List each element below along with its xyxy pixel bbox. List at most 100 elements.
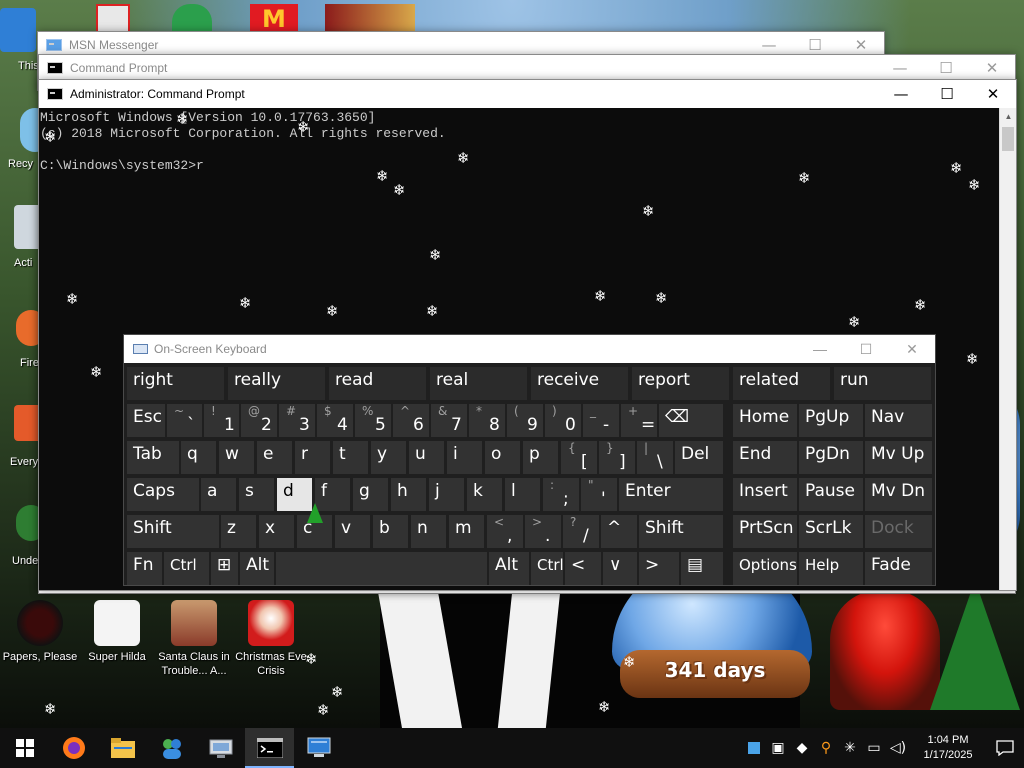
cmd-inactive-titlebar[interactable]: Command Prompt — ☐ ✕ [39,55,1015,81]
tray-blue-square-icon[interactable] [742,728,766,768]
key-quote[interactable]: " ' [581,478,617,511]
taskbar-command-prompt[interactable] [245,728,294,768]
minimize-button[interactable]: — [797,341,843,357]
key-9[interactable]: (9 [507,404,543,437]
key-end[interactable]: End [733,441,797,474]
prediction-key[interactable]: really [228,367,325,400]
key-j[interactable]: j [429,478,464,511]
key-fade[interactable]: Fade [865,552,932,585]
key-enter[interactable]: Enter [619,478,723,511]
up-arrow-icon[interactable]: ^ [601,515,637,548]
key-e[interactable]: e [257,441,292,474]
console-scrollbar[interactable]: ▲ [999,108,1016,590]
key-t[interactable]: t [333,441,368,474]
key-r[interactable]: r [295,441,330,474]
key-esc[interactable]: Esc [127,404,165,437]
close-button[interactable]: ✕ [969,54,1015,82]
key-1[interactable]: ! 1 [204,404,239,437]
desktop-icon-santa-claus-trouble[interactable]: Santa Claus in Trouble... A... [156,600,232,678]
key-backslash[interactable]: | \ [637,441,673,474]
start-button[interactable] [0,728,49,768]
key-pgdn[interactable]: PgDn [799,441,863,474]
key-a[interactable]: a [201,478,236,511]
maximize-button[interactable]: ☐ [923,54,969,82]
key-fn[interactable]: Fn [127,552,162,585]
key-0[interactable]: ) 0 [545,404,581,437]
key-close-bracket[interactable]: }] [599,441,635,474]
windows-key-icon[interactable]: ⊞ [211,552,238,585]
left-arrow-icon[interactable]: < [565,552,601,585]
key-q[interactable]: q [181,441,216,474]
mcdonalds-icon[interactable]: M [250,4,298,34]
this-pc-icon[interactable] [0,8,36,52]
taskbar-msn-messenger[interactable] [147,728,196,768]
prediction-key[interactable]: right [127,367,224,400]
key-caps[interactable]: Caps [127,478,199,511]
key-s[interactable]: s [239,478,274,511]
key-i[interactable]: i [447,441,482,474]
key-comma[interactable]: <, [487,515,523,548]
key-home[interactable]: Home [733,404,797,437]
key-shift-left[interactable]: Shift [127,515,219,548]
key-ctrl-left[interactable]: Ctrl [164,552,209,585]
taskbar-firefox[interactable] [49,728,98,768]
scrollbar-thumb[interactable] [1002,127,1014,151]
prediction-key[interactable]: receive [531,367,628,400]
scroll-up-arrow-icon[interactable]: ▲ [1000,108,1017,125]
maximize-button[interactable]: ☐ [924,80,970,108]
key-g[interactable]: g [353,478,388,511]
key-mv-dn[interactable]: Mv Dn [865,478,932,511]
key-options[interactable]: Options [733,552,797,585]
key-w[interactable]: w [219,441,254,474]
key-prtscn[interactable]: PrtScn [733,515,797,548]
key-h[interactable]: h [391,478,426,511]
key-scrlk[interactable]: ScrLk [799,515,863,548]
tray-search-orange-icon[interactable]: ⚲ [814,728,838,768]
desktop-icon-super-hilda[interactable]: Super Hilda [79,600,155,664]
key-ctrl-right[interactable]: Ctrl [531,552,563,585]
key-space[interactable] [276,552,487,585]
taskbar-network[interactable] [196,728,245,768]
key-7[interactable]: & 7 [431,404,467,437]
key-m[interactable]: m [449,515,484,548]
key-n[interactable]: n [411,515,446,548]
key-pgup[interactable]: PgUp [799,404,863,437]
close-button[interactable]: ✕ [889,341,935,358]
maximize-button[interactable]: ☐ [843,341,889,358]
key-b[interactable]: b [373,515,408,548]
key-l[interactable]: l [505,478,540,511]
prediction-key[interactable]: report [632,367,729,400]
key-o[interactable]: o [485,441,520,474]
key-u[interactable]: u [409,441,444,474]
tray-volume-icon[interactable]: ◁) [886,728,910,768]
key-tab[interactable]: Tab [127,441,179,474]
key-3[interactable]: #3 [279,404,315,437]
key-open-bracket[interactable]: {[ [561,441,597,474]
key-mv-up[interactable]: Mv Up [865,441,932,474]
key-5[interactable]: % 5 [355,404,391,437]
key-alt-left[interactable]: Alt [240,552,274,585]
close-button[interactable]: ✕ [970,80,1016,108]
minimize-button[interactable]: — [878,80,924,108]
key-help[interactable]: Help [799,552,863,585]
key-minus[interactable]: _ - [583,404,619,437]
key-period[interactable]: >. [525,515,561,548]
minimize-button[interactable]: — [877,54,923,82]
tray-snowflake-icon[interactable]: ✳ [838,728,862,768]
context-menu-icon[interactable]: ▤ [681,552,723,585]
clock[interactable]: 1:04 PM 1/17/2025 [910,733,986,763]
on-screen-keyboard-window[interactable]: On-Screen Keyboard — ☐ ✕ right really re… [123,334,936,586]
key-semicolon[interactable]: :; [543,478,579,511]
key-z[interactable]: z [221,515,256,548]
tray-network-app-icon[interactable]: ▣ [766,728,790,768]
key-y[interactable]: y [371,441,406,474]
tray-network-icon[interactable]: ▭ [862,728,886,768]
backspace-icon[interactable]: ⌫ [659,404,723,437]
taskbar-remote-desktop[interactable] [294,728,343,768]
admin-cmd-titlebar[interactable]: Administrator: Command Prompt — ☐ ✕ [39,80,1016,108]
action-center-button[interactable] [986,728,1024,768]
osk-titlebar[interactable]: On-Screen Keyboard — ☐ ✕ [124,335,935,363]
desktop-icon-papers-please[interactable]: Papers, Please [2,600,78,664]
key-nav[interactable]: Nav [865,404,932,437]
key-x[interactable]: x [259,515,294,548]
